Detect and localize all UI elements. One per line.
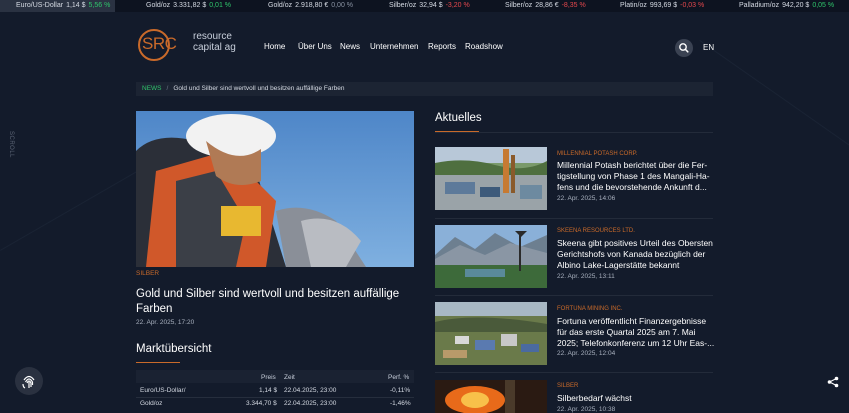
breadcrumb-separator: / xyxy=(166,85,169,92)
share-icon xyxy=(827,376,839,388)
news-date: 22. Apr. 2025, 14:06 xyxy=(557,195,616,202)
news-category[interactable]: SILBER xyxy=(557,383,578,389)
hero-photo xyxy=(136,111,414,267)
ticker-change: -3,20 % xyxy=(445,2,470,9)
market-row-price: 3.344,70 $ xyxy=(246,400,277,407)
col-header-perf: Perf. % xyxy=(388,374,410,381)
ticker-change: -8,35 % xyxy=(561,2,586,9)
news-headline[interactable]: Fortuna veröffentlicht Finanzergebnisse … xyxy=(557,316,715,349)
ticker-name: Gold/oz xyxy=(146,2,171,9)
market-overview-title: Marktübersicht xyxy=(136,343,212,355)
news-divider xyxy=(435,295,713,296)
ticker-change: -0,03 % xyxy=(680,2,705,9)
logo-letters: SRC xyxy=(142,34,177,53)
market-row-price: 1,14 $ xyxy=(259,387,278,394)
ticker-value: 3.331,82 $ xyxy=(173,2,207,9)
search-button[interactable] xyxy=(675,39,693,57)
news-divider xyxy=(435,218,713,219)
ticker-change: 0,05 % xyxy=(812,2,835,9)
logo-line-1: resource xyxy=(193,31,232,42)
news-thumbnail[interactable] xyxy=(435,225,547,288)
ticker-change: 0,01 % xyxy=(209,2,232,9)
hero-image[interactable] xyxy=(136,111,414,267)
ticker-value: 942,20 $ xyxy=(782,2,810,9)
ticker-name: Silber/oz xyxy=(505,2,533,9)
aktuelles-title: Aktuelles xyxy=(435,112,482,124)
news-category[interactable]: SKEENA RESOURCES LTD. xyxy=(557,228,635,234)
hero-title[interactable]: Gold und Silber sind wertvoll und besitz… xyxy=(136,287,414,317)
ticker-value: 1,14 $ xyxy=(66,2,86,9)
nav-item-unternehmen[interactable]: Unternehmen xyxy=(370,42,418,51)
news-photo xyxy=(435,147,547,210)
market-row-perf: -0,11% xyxy=(390,387,411,394)
news-category[interactable]: MILLENNIAL POTASH CORP. xyxy=(557,151,638,157)
hero-category[interactable]: SILBER xyxy=(136,270,159,277)
ticker-item[interactable]: Euro/US-Dollar 1,14 $5,56 % xyxy=(0,0,116,12)
news-headline[interactable]: Silberbedarf wächst xyxy=(557,393,715,404)
background-decoration xyxy=(699,40,849,185)
fingerprint-icon xyxy=(22,375,35,389)
nav-item-news[interactable]: News xyxy=(340,42,360,51)
market-row-name[interactable]: Gold/oz xyxy=(140,400,162,407)
ticker-name: Silber/oz xyxy=(389,2,417,9)
ticker-item[interactable]: Gold/oz 3.331,82 $0,01 % xyxy=(146,0,231,12)
ticker-name: Palladium/oz xyxy=(739,2,780,9)
ticker-value: 2.918,80 € xyxy=(295,2,329,9)
ticker-name: Gold/oz xyxy=(268,2,293,9)
col-header-time: Zeit xyxy=(284,374,295,381)
news-date: 22. Apr. 2025, 10:38 xyxy=(557,406,616,413)
logo-line-2: capital ag xyxy=(193,42,236,53)
nav-item-reports[interactable]: Reports xyxy=(428,42,456,51)
ticker-item[interactable]: Silber/oz 28,86 € -8,35 % xyxy=(505,0,586,12)
breadcrumb-current: Gold und Silber sind wertvoll und besitz… xyxy=(173,85,345,92)
news-headline[interactable]: Millennial Potash berichtet über die Fer… xyxy=(557,160,715,193)
news-divider xyxy=(435,372,713,373)
news-headline[interactable]: Skeena gibt positives Urteil des Oberste… xyxy=(557,238,715,271)
title-underline xyxy=(136,362,180,363)
nav-item-roadshow[interactable]: Roadshow xyxy=(465,42,503,51)
ticker-item[interactable]: Palladium/oz 942,20 $0,05 % xyxy=(739,0,834,12)
nav-item-home[interactable]: Home xyxy=(264,42,285,51)
background-decoration xyxy=(0,160,157,251)
ticker-name: Platin/oz xyxy=(620,2,647,9)
site-logo[interactable]: SRC resource capital ag xyxy=(138,29,238,61)
share-button[interactable] xyxy=(827,375,839,388)
table-divider xyxy=(136,397,414,398)
title-underline xyxy=(435,131,479,132)
news-date: 22. Apr. 2025, 13:11 xyxy=(557,273,615,280)
ticker-value: 993,69 $ xyxy=(649,2,678,9)
ticker-change: 0,00 % xyxy=(331,2,354,9)
news-thumbnail[interactable] xyxy=(435,147,547,210)
language-switch[interactable]: EN xyxy=(703,43,714,52)
ticker-item[interactable]: Gold/oz 2.918,80 €0,00 % xyxy=(268,0,353,12)
ticker-item[interactable]: Platin/oz 993,69 $ -0,03 % xyxy=(620,0,704,12)
breadcrumb: NEWS / Gold und Silber sind wertvoll und b… xyxy=(136,82,713,96)
ticker-value: 28,86 € xyxy=(535,2,559,9)
market-row-perf: -1,46% xyxy=(390,400,411,407)
ticker-value: 32,94 $ xyxy=(419,2,443,9)
market-row-time: 22.04.2025, 23:00 xyxy=(284,400,337,407)
hero-date: 22. Apr. 2025, 17:20 xyxy=(136,319,195,326)
ticker-change: 5,56 % xyxy=(88,2,111,9)
ticker-item[interactable]: Silber/oz 32,94 $ -3,20 % xyxy=(389,0,470,12)
col-header-price: Preis xyxy=(261,374,276,381)
news-thumbnail[interactable] xyxy=(435,380,547,413)
news-photo xyxy=(435,380,547,413)
section-divider xyxy=(435,132,713,133)
news-category[interactable]: FORTUNA MINING INC. xyxy=(557,306,623,312)
price-ticker: Euro/US-Dollar 1,14 $5,56 % Gold/oz 3.331,… xyxy=(0,0,849,12)
breadcrumb-section[interactable]: NEWS xyxy=(142,85,162,92)
news-thumbnail[interactable] xyxy=(435,302,547,365)
news-date: 22. Apr. 2025, 12:04 xyxy=(557,350,616,357)
scroll-indicator: SCROLL xyxy=(8,131,14,159)
news-photo xyxy=(435,302,547,365)
nav-item-ueber-uns[interactable]: Über Uns xyxy=(298,42,332,51)
fingerprint-button[interactable] xyxy=(15,367,43,395)
ticker-name: Euro/US-Dollar xyxy=(16,2,64,9)
search-icon xyxy=(679,43,689,53)
news-photo xyxy=(435,225,547,288)
market-row-time: 22.04.2025, 23:00 xyxy=(284,387,337,394)
market-row-name[interactable]: Euro/US-Dollar/ xyxy=(140,387,186,394)
